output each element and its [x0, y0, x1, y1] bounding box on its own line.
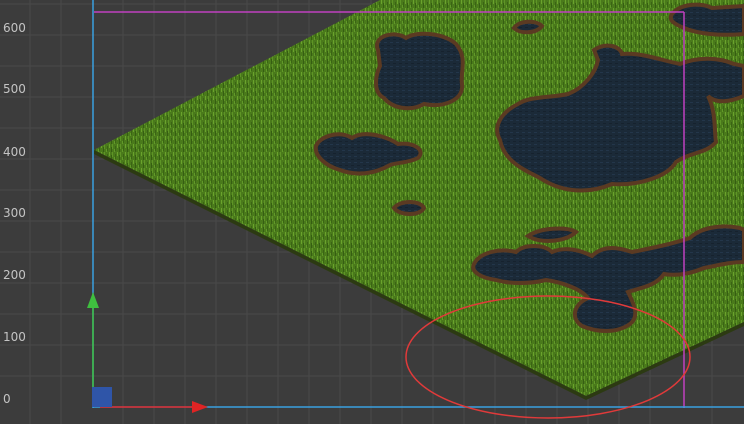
y-axis-label: 400 — [3, 145, 26, 159]
y-axis-label: 300 — [3, 206, 26, 220]
pond — [391, 200, 427, 216]
y-axis-label: 500 — [3, 82, 26, 96]
transform-gizmo[interactable] — [87, 292, 208, 413]
scene-canvas[interactable] — [0, 0, 744, 424]
scene-viewport[interactable]: 600 500 400 300 200 100 0 — [0, 0, 744, 424]
pond — [374, 31, 465, 111]
y-axis-label: 0 — [3, 392, 11, 406]
pond — [511, 19, 545, 35]
y-axis-label: 100 — [3, 330, 26, 344]
y-axis-label: 200 — [3, 268, 26, 282]
pond — [524, 226, 580, 243]
arrow-up-icon[interactable] — [87, 292, 99, 308]
y-axis-label: 600 — [3, 21, 26, 35]
origin-square-icon[interactable] — [92, 387, 112, 407]
arrow-right-icon[interactable] — [192, 401, 208, 413]
